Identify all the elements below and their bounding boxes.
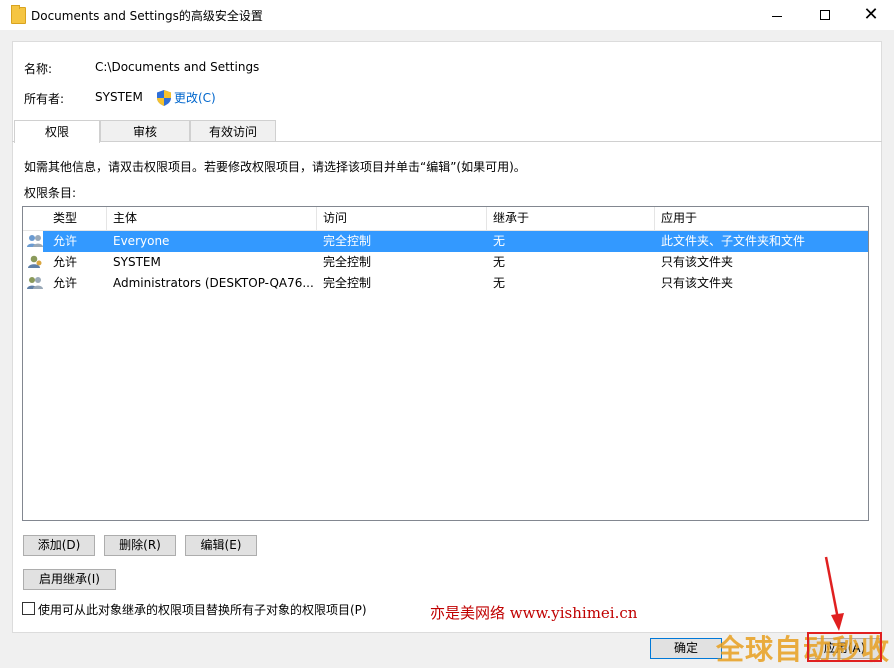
tab-effective-access-label: 有效访问 <box>208 125 257 139</box>
watermark-text: 亦是美网络 www.yishimei.cn <box>430 604 638 622</box>
replace-child-permissions-label: 使用可从此对象继承的权限项目替换所有子对象的权限项目(P) <box>38 603 367 617</box>
change-owner-label: 更改(C) <box>174 91 216 105</box>
cell-applies-to: 只有该文件夹 <box>661 255 734 269</box>
column-header-applies-to[interactable]: 应用于 <box>655 207 868 230</box>
ok-button[interactable]: 确定 <box>650 638 722 659</box>
close-icon: ✕ <box>863 4 879 25</box>
cell-principal: Administrators (DESKTOP-QA76... <box>113 276 314 290</box>
cell-applies-to: 只有该文件夹 <box>661 276 734 290</box>
table-row[interactable]: 允许 SYSTEM 完全控制 无 只有该文件夹 <box>23 252 868 273</box>
cell-access: 完全控制 <box>323 276 372 290</box>
list-header: 类型 主体 访问 继承于 应用于 <box>23 207 868 231</box>
owner-label: 所有者: <box>24 92 65 106</box>
edit-button[interactable]: 编辑(E) <box>185 535 257 556</box>
annotation-arrow-icon <box>824 556 844 631</box>
add-button[interactable]: 添加(D) <box>23 535 95 556</box>
minimize-icon <box>772 15 782 17</box>
name-label: 名称: <box>24 62 53 76</box>
user-icon <box>28 255 42 268</box>
cell-principal: Everyone <box>113 234 170 248</box>
cell-inherited-from: 无 <box>493 255 506 269</box>
folder-icon <box>11 5 26 24</box>
change-owner-link[interactable]: 更改(C) <box>157 89 216 106</box>
owner-value: SYSTEM <box>95 90 143 104</box>
column-header-access[interactable]: 访问 <box>317 207 487 230</box>
title-bar: Documents and Settings的高级安全设置 ✕ <box>0 0 894 30</box>
enable-inheritance-button[interactable]: 启用继承(I) <box>23 569 116 590</box>
tab-effective-access[interactable]: 有效访问 <box>190 120 276 142</box>
uac-shield-icon <box>157 89 171 106</box>
table-row[interactable]: 允许 Administrators (DESKTOP-QA76... 完全控制 … <box>23 273 868 294</box>
close-button[interactable]: ✕ <box>848 0 894 30</box>
cell-inherited-from: 无 <box>493 234 506 248</box>
remove-button[interactable]: 删除(R) <box>104 535 176 556</box>
cell-inherited-from: 无 <box>493 276 506 290</box>
tab-divider <box>12 141 882 142</box>
maximize-icon <box>820 10 830 20</box>
users-icon <box>27 277 43 289</box>
cell-access: 完全控制 <box>323 255 372 269</box>
name-value: C:\Documents and Settings <box>95 60 260 74</box>
cell-principal: SYSTEM <box>113 255 161 269</box>
tab-auditing[interactable]: 审核 <box>100 120 190 142</box>
cell-type: 允许 <box>53 234 78 248</box>
entries-label: 权限条目: <box>24 186 77 200</box>
users-icon <box>27 235 43 247</box>
replace-child-permissions-checkbox[interactable] <box>22 602 35 615</box>
minimize-button[interactable] <box>754 0 800 30</box>
info-text: 如需其他信息，请双击权限项目。若要修改权限项目，请选择该项目并单击“编辑”(如果… <box>24 160 526 174</box>
maximize-button[interactable] <box>802 0 848 30</box>
permission-entries-list[interactable]: 类型 主体 访问 继承于 应用于 允许 Everyone 完全控制 无 此文件夹… <box>22 206 869 521</box>
tab-auditing-label: 审核 <box>132 125 157 139</box>
cell-type: 允许 <box>53 255 78 269</box>
cell-type: 允许 <box>53 276 78 290</box>
column-header-principal[interactable]: 主体 <box>107 207 317 230</box>
column-header-inherited-from[interactable]: 继承于 <box>487 207 655 230</box>
window-title: Documents and Settings的高级安全设置 <box>31 9 263 23</box>
column-header-type[interactable]: 类型 <box>47 207 107 230</box>
annotation-box <box>807 632 882 662</box>
tab-permissions[interactable]: 权限 <box>14 120 100 143</box>
table-row[interactable]: 允许 Everyone 完全控制 无 此文件夹、子文件夹和文件 <box>23 231 868 252</box>
tab-permissions-label: 权限 <box>44 125 69 139</box>
cell-applies-to: 此文件夹、子文件夹和文件 <box>661 234 806 248</box>
cell-access: 完全控制 <box>323 234 372 248</box>
